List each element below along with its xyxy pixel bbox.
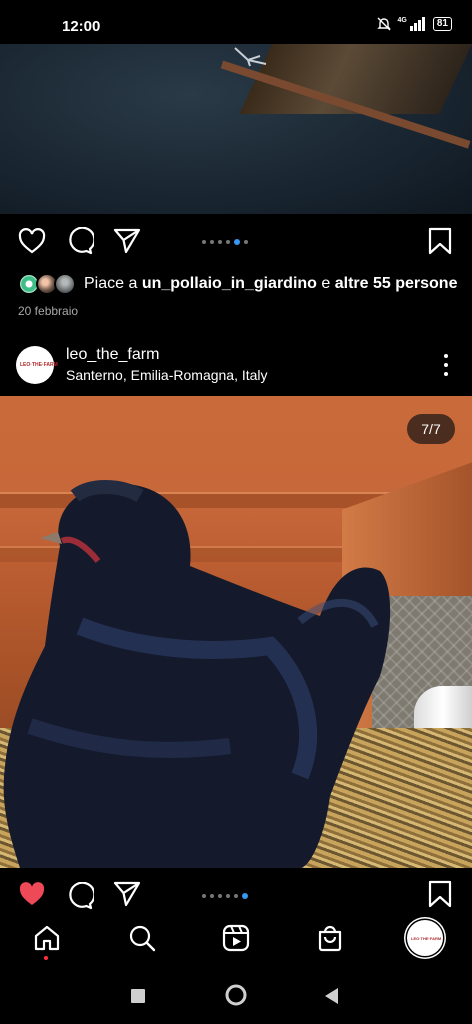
search-icon: [129, 925, 156, 952]
carousel-dot-active: [234, 239, 240, 245]
post1-action-bar: [0, 214, 472, 268]
status-icons: 4G 81: [376, 16, 452, 32]
shop-icon: [318, 925, 342, 952]
signal-icon: [409, 17, 425, 31]
comment-button[interactable]: [64, 225, 96, 257]
carousel-dot: [226, 894, 230, 898]
send-icon: [113, 881, 141, 907]
more-options-button[interactable]: [442, 354, 450, 376]
post1-image[interactable]: [0, 44, 472, 214]
carousel-dot: [210, 240, 214, 244]
liker-avatars: [18, 273, 78, 295]
square-icon: [131, 989, 145, 1003]
notification-dot: [44, 956, 48, 960]
home-system-button[interactable]: [225, 984, 247, 1011]
carousel-dot: [218, 240, 222, 244]
mute-bell-icon: [376, 17, 391, 31]
likes-row[interactable]: Piace a un_pollaio_in_giardino e altre 5…: [18, 270, 457, 298]
carousel-dot: [210, 894, 214, 898]
heart-icon: [18, 228, 46, 254]
nav-reels[interactable]: [220, 922, 252, 954]
comment-icon: [69, 882, 94, 910]
post2-header: LEO·THE·FARM leo_the_farm Santerno, Emil…: [0, 336, 472, 394]
chicken-feet-shape: [234, 47, 267, 67]
home-icon: [34, 925, 60, 951]
nav-search[interactable]: [126, 922, 158, 954]
carousel-counter: 7/7: [407, 414, 455, 444]
carousel-dot: [234, 894, 238, 898]
post2-image[interactable]: 7/7: [0, 396, 472, 868]
circle-icon: [225, 984, 247, 1006]
comment-icon: [69, 227, 94, 255]
share-button[interactable]: [111, 878, 143, 910]
post2-username[interactable]: leo_the_farm: [66, 346, 159, 364]
others-count[interactable]: altre 55 persone: [335, 275, 458, 292]
triangle-back-icon: [325, 988, 338, 1004]
carousel-dot: [226, 240, 230, 244]
black-hen: [3, 480, 391, 868]
post2-avatar-text: LEO·THE·FARM: [20, 362, 58, 368]
system-nav-bar: [0, 968, 472, 1024]
nav-shop[interactable]: [314, 922, 346, 954]
heart-filled-icon: [19, 882, 45, 905]
like-button[interactable]: [16, 225, 48, 257]
liker-avatar: [54, 273, 76, 295]
status-time: 12:00: [62, 18, 101, 35]
save-button[interactable]: [424, 878, 456, 910]
carousel-indicator: [202, 239, 248, 245]
bottom-nav: LEO·THE·FARM: [0, 910, 472, 968]
profile-avatar-text: LEO·THE·FARM: [411, 935, 442, 941]
network-label: 4G: [397, 16, 407, 24]
carousel-dot: [202, 894, 206, 898]
recents-button[interactable]: [130, 988, 146, 1009]
liked-button[interactable]: [16, 878, 48, 910]
carousel-dot-active: [242, 893, 248, 899]
share-button[interactable]: [111, 225, 143, 257]
carousel-indicator: [202, 893, 248, 899]
likes-conjunction: e: [316, 275, 335, 292]
status-bar: 12:00 4G 81: [0, 0, 472, 46]
likes-text: Piace a un_pollaio_in_giardino e altre 5…: [84, 275, 457, 293]
nav-home[interactable]: [31, 922, 63, 954]
save-button[interactable]: [424, 225, 456, 257]
carousel-dot: [218, 894, 222, 898]
post-date: 20 febbraio: [18, 304, 79, 318]
nav-profile-avatar[interactable]: LEO·THE·FARM: [407, 920, 443, 956]
send-icon: [113, 228, 141, 254]
liked-by-username[interactable]: un_pollaio_in_giardino: [142, 275, 317, 292]
reels-icon: [222, 924, 250, 952]
post2-location[interactable]: Santerno, Emilia-Romagna, Italy: [66, 367, 268, 383]
carousel-dot: [244, 240, 248, 244]
bookmark-icon: [428, 880, 452, 908]
likes-prefix: Piace a: [84, 275, 142, 292]
post2-action-bar: [0, 868, 472, 910]
more-dot: [444, 363, 448, 367]
more-dot: [444, 354, 448, 358]
back-button[interactable]: [324, 987, 340, 1010]
comment-button[interactable]: [64, 880, 96, 910]
more-dot: [444, 372, 448, 376]
battery-indicator: 81: [432, 17, 452, 31]
post2-avatar[interactable]: LEO·THE·FARM: [16, 346, 58, 384]
carousel-dot: [202, 240, 206, 244]
bookmark-icon: [428, 227, 452, 255]
